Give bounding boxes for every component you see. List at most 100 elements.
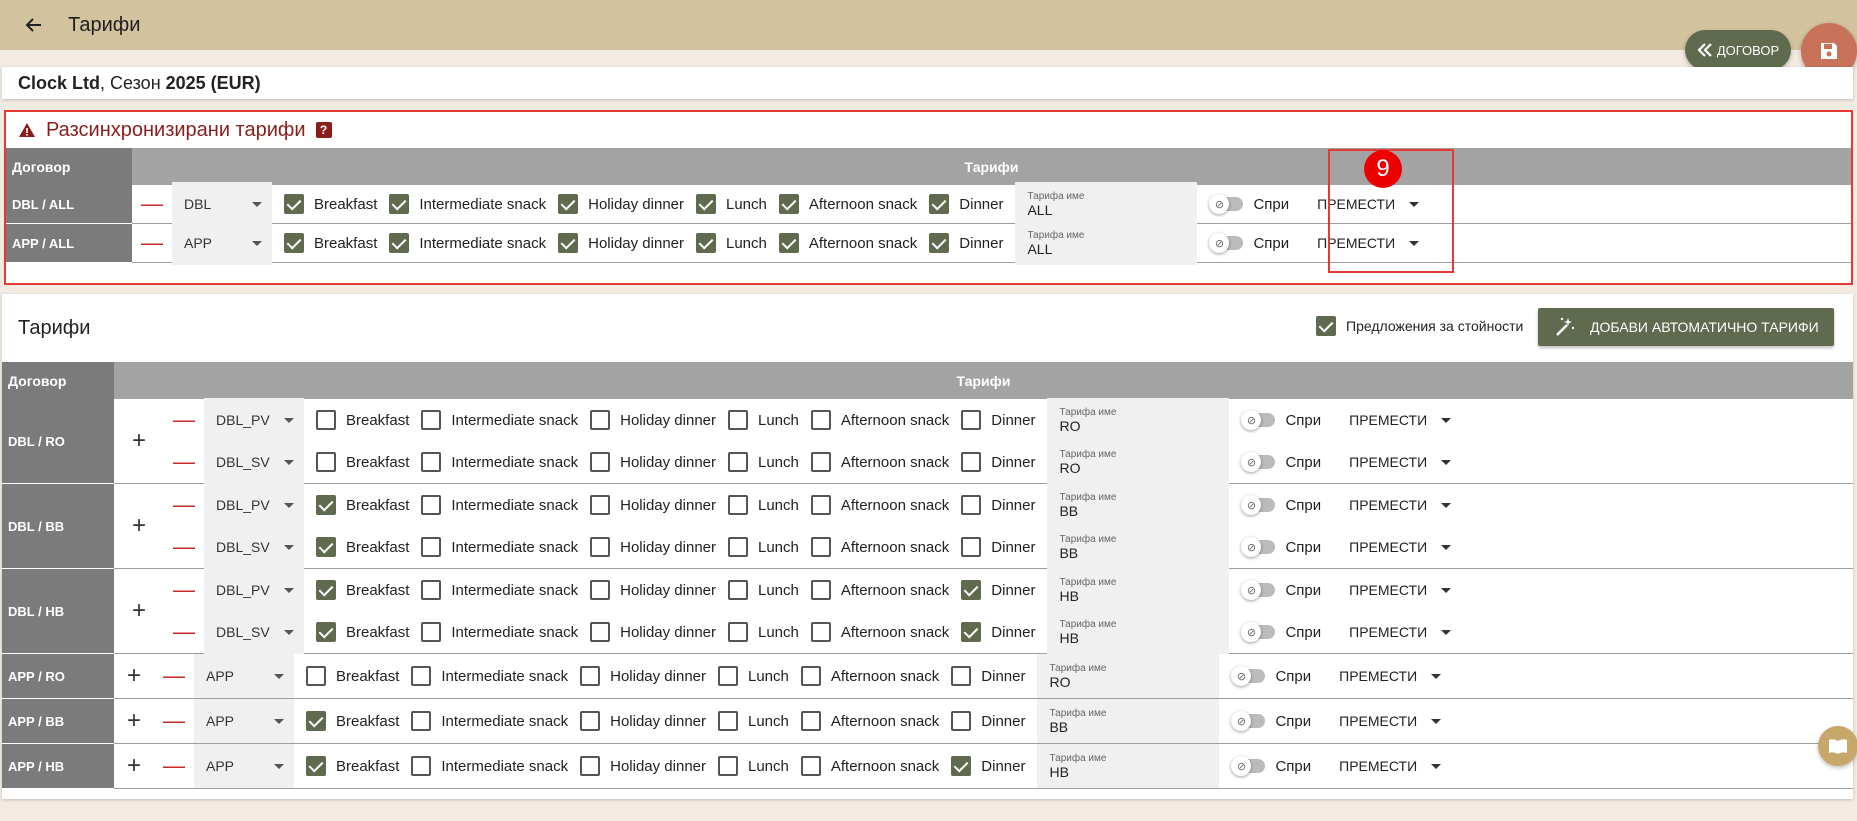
checkbox[interactable]	[810, 452, 831, 472]
checkbox[interactable]	[810, 537, 831, 557]
room-select[interactable]: DBL_SV	[204, 440, 304, 484]
meal-option[interactable]: Breakfast	[316, 410, 409, 430]
room-select[interactable]: DBL_SV	[204, 610, 304, 654]
meal-option[interactable]: Breakfast	[316, 622, 409, 642]
meal-option[interactable]: Dinner	[961, 580, 1035, 600]
checkbox[interactable]	[929, 194, 950, 214]
add-icon[interactable]: +	[114, 427, 164, 455]
remove-icon[interactable]: —	[132, 230, 172, 256]
meal-option[interactable]: Holiday dinner	[580, 666, 706, 686]
remove-icon[interactable]: —	[154, 753, 194, 779]
meal-option[interactable]: Dinner	[961, 622, 1035, 642]
contract-button[interactable]: ДОГОВОР	[1685, 30, 1791, 70]
meal-option[interactable]: Intermediate snack	[421, 452, 578, 472]
toggle-track[interactable]: ⊘	[1241, 580, 1276, 600]
stop-toggle[interactable]: ⊘ Спри	[1241, 410, 1321, 430]
rate-name-field[interactable]: Тарифа име BB	[1047, 483, 1230, 527]
meal-option[interactable]: Holiday dinner	[580, 756, 706, 776]
checkbox[interactable]	[728, 580, 748, 600]
checkbox[interactable]	[778, 233, 799, 253]
meal-option[interactable]: Lunch	[728, 622, 799, 642]
checkbox[interactable]	[558, 194, 579, 214]
move-dropdown[interactable]: ПРЕМЕСТИ	[1349, 539, 1452, 555]
move-dropdown[interactable]: ПРЕМЕСТИ	[1349, 624, 1452, 640]
toggle-track[interactable]: ⊘	[1209, 194, 1244, 214]
checkbox[interactable]	[316, 580, 336, 600]
stop-toggle[interactable]: ⊘ Спри	[1231, 756, 1311, 776]
checkbox[interactable]	[411, 666, 432, 686]
checkbox[interactable]	[306, 666, 326, 686]
toggle-track[interactable]: ⊘	[1231, 756, 1266, 776]
checkbox[interactable]	[421, 452, 442, 472]
rate-name-field[interactable]: Тарифа име BB	[1047, 525, 1230, 569]
add-icon[interactable]: +	[114, 707, 154, 735]
rate-name-field[interactable]: Тарифа име ALL	[1015, 182, 1198, 226]
room-select[interactable]: APP	[194, 699, 294, 743]
checkbox[interactable]	[929, 233, 950, 253]
toggle-track[interactable]: ⊘	[1231, 666, 1266, 686]
checkbox[interactable]	[961, 537, 982, 557]
meal-option[interactable]: Intermediate snack	[421, 495, 578, 515]
toggle-track[interactable]: ⊘	[1241, 622, 1276, 642]
toggle-track[interactable]: ⊘	[1241, 452, 1276, 472]
meal-option[interactable]: Dinner	[929, 194, 1003, 214]
checkbox[interactable]	[306, 756, 326, 776]
move-dropdown[interactable]: ПРЕМЕСТИ	[1339, 668, 1442, 684]
meal-option[interactable]: Intermediate snack	[411, 756, 568, 776]
checkbox[interactable]	[580, 711, 601, 731]
checkbox[interactable]	[800, 666, 821, 686]
stop-toggle[interactable]: ⊘ Спри	[1231, 666, 1311, 686]
checkbox[interactable]	[961, 452, 982, 472]
meal-option[interactable]: Holiday dinner	[590, 452, 716, 472]
meal-option[interactable]: Breakfast	[284, 194, 377, 214]
meal-option[interactable]: Lunch	[728, 580, 799, 600]
checkbox[interactable]	[810, 495, 831, 515]
meal-option[interactable]: Afternoon snack	[800, 756, 939, 776]
meal-option[interactable]: Lunch	[718, 711, 789, 731]
meal-option[interactable]: Intermediate snack	[421, 537, 578, 557]
meal-option[interactable]: Breakfast	[306, 756, 399, 776]
checkbox[interactable]	[961, 410, 982, 430]
meal-option[interactable]: Lunch	[728, 537, 799, 557]
toggle-track[interactable]: ⊘	[1241, 537, 1276, 557]
checkbox[interactable]	[411, 756, 432, 776]
stop-toggle[interactable]: ⊘ Спри	[1241, 580, 1321, 600]
checkbox[interactable]	[389, 233, 410, 253]
remove-icon[interactable]: —	[164, 619, 204, 645]
meal-option[interactable]: Holiday dinner	[590, 622, 716, 642]
remove-icon[interactable]: —	[154, 663, 194, 689]
meal-option[interactable]: Breakfast	[316, 495, 409, 515]
meal-option[interactable]: Intermediate snack	[421, 622, 578, 642]
meal-option[interactable]: Afternoon snack	[810, 622, 949, 642]
room-select[interactable]: APP	[194, 654, 294, 698]
help-icon[interactable]: ?	[315, 122, 332, 138]
meal-option[interactable]: Lunch	[718, 666, 789, 686]
move-dropdown[interactable]: ПРЕМЕСТИ	[1339, 758, 1442, 774]
checkbox[interactable]	[389, 194, 410, 214]
checkbox[interactable]	[961, 580, 982, 600]
checkbox[interactable]	[316, 537, 336, 557]
meal-option[interactable]: Holiday dinner	[558, 194, 684, 214]
meal-option[interactable]: Afternoon snack	[810, 580, 949, 600]
remove-icon[interactable]: —	[132, 191, 172, 217]
checkbox[interactable]	[316, 452, 336, 472]
remove-icon[interactable]: —	[164, 492, 204, 518]
meal-option[interactable]: Lunch	[728, 495, 799, 515]
meal-option[interactable]: Breakfast	[316, 452, 409, 472]
remove-icon[interactable]: —	[164, 407, 204, 433]
meal-option[interactable]: Dinner	[929, 233, 1003, 253]
toggle-track[interactable]: ⊘	[1231, 711, 1266, 731]
checkbox[interactable]	[590, 580, 611, 600]
meal-option[interactable]: Afternoon snack	[778, 194, 917, 214]
rate-name-field[interactable]: Тарифа име BB	[1037, 699, 1220, 743]
meal-option[interactable]: Dinner	[951, 666, 1025, 686]
add-icon[interactable]: +	[114, 512, 164, 540]
meal-option[interactable]: Afternoon snack	[810, 452, 949, 472]
meal-option[interactable]: Afternoon snack	[800, 666, 939, 686]
rate-name-field[interactable]: Тарифа име HB	[1047, 568, 1230, 612]
rate-name-field[interactable]: Тарифа име ALL	[1015, 221, 1198, 265]
checkbox[interactable]	[961, 495, 982, 515]
remove-icon[interactable]: —	[154, 708, 194, 734]
checkbox[interactable]	[810, 580, 831, 600]
meal-option[interactable]: Intermediate snack	[421, 410, 578, 430]
